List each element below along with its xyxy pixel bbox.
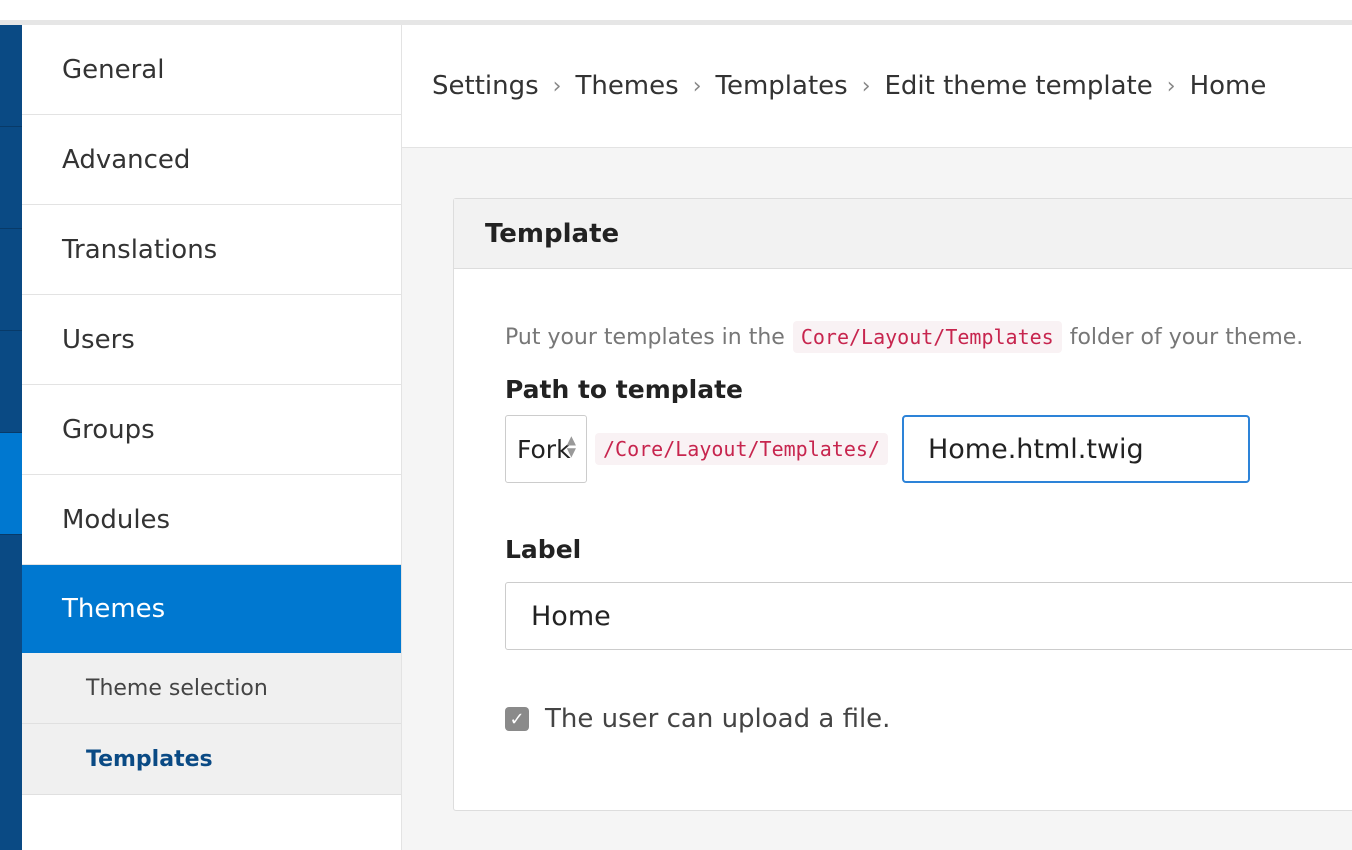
subnav-item-modules[interactable]: Modules	[22, 475, 401, 565]
template-panel: Template Put your templates in the Core/…	[453, 198, 1352, 811]
main-content: Settings › Themes › Templates › Edit the…	[402, 25, 1352, 850]
subnav-item-templates[interactable]: Templates	[22, 724, 401, 795]
breadcrumb-edit-theme-template[interactable]: Edit theme template	[885, 71, 1153, 101]
help-suffix: folder of your theme.	[1069, 324, 1304, 350]
subnav-item-translations[interactable]: Translations	[22, 205, 401, 295]
breadcrumb-current: Home	[1189, 71, 1267, 101]
main-nav-item[interactable]	[0, 229, 22, 331]
main-nav-item[interactable]	[0, 127, 22, 229]
breadcrumb: Settings › Themes › Templates › Edit the…	[402, 25, 1352, 148]
breadcrumb-themes[interactable]: Themes	[575, 71, 678, 101]
path-row: Fork ▲ ▼ /Core/Layout/Templates/	[505, 415, 1250, 483]
breadcrumb-settings[interactable]: Settings	[432, 71, 539, 101]
template-file-input[interactable]	[901, 415, 1250, 483]
path-to-template-label: Path to template	[505, 375, 744, 404]
panel-title: Template	[454, 199, 1352, 269]
subnav-item-users[interactable]: Users	[22, 295, 401, 385]
chevron-right-icon: ›	[1166, 73, 1176, 99]
chevron-right-icon: ›	[861, 73, 871, 99]
main-nav-rail	[0, 25, 22, 850]
subnav-item-themes[interactable]: Themes	[22, 565, 401, 653]
help-code: Core/Layout/Templates	[792, 321, 1062, 353]
settings-subnav: General Advanced Translations Users Grou…	[22, 25, 402, 850]
breadcrumb-templates[interactable]: Templates	[716, 71, 848, 101]
theme-select-value: Fork	[517, 434, 571, 464]
select-arrows-icon: ▲ ▼	[566, 433, 576, 459]
main-nav-item-active[interactable]	[0, 433, 22, 535]
subnav-item-theme-selection[interactable]: Theme selection	[22, 653, 401, 724]
help-prefix: Put your templates in the	[505, 324, 785, 350]
upload-checkbox-label[interactable]: The user can upload a file.	[545, 704, 890, 734]
label-input[interactable]	[505, 582, 1352, 650]
subnav-item-groups[interactable]: Groups	[22, 385, 401, 475]
path-prefix: /Core/Layout/Templates/	[595, 433, 888, 465]
subnav-item-general[interactable]: General	[22, 25, 401, 115]
chevron-right-icon: ›	[692, 73, 702, 99]
upload-checkbox[interactable]: ✓	[505, 707, 529, 731]
main-nav-item[interactable]	[0, 331, 22, 433]
label-field-label: Label	[505, 535, 582, 564]
theme-select[interactable]: Fork ▲ ▼	[505, 415, 587, 483]
upload-option[interactable]: ✓ The user can upload a file.	[505, 704, 890, 734]
subnav-item-advanced[interactable]: Advanced	[22, 115, 401, 205]
top-bar	[0, 0, 1352, 20]
help-text: Put your templates in the Core/Layout/Te…	[505, 321, 1303, 353]
chevron-right-icon: ›	[552, 73, 562, 99]
main-nav-item[interactable]	[0, 25, 22, 127]
